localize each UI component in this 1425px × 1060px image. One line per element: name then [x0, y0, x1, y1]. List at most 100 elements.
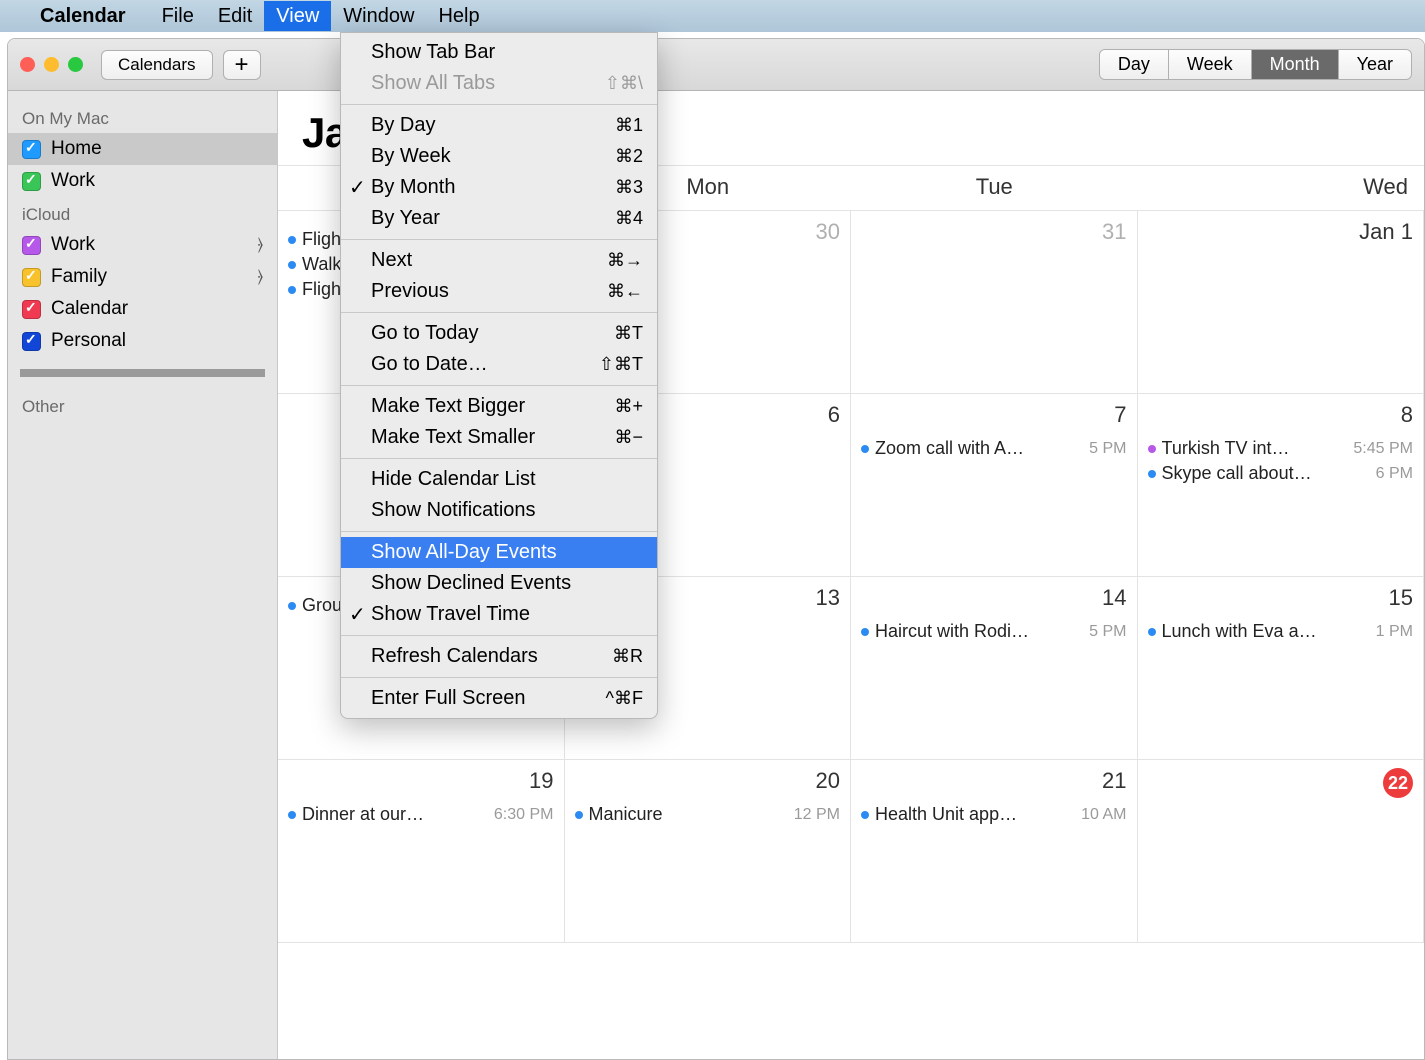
day-cell[interactable]: 7 Zoom call with A…5 PM: [851, 394, 1138, 577]
calendar-checkbox[interactable]: [22, 268, 41, 287]
event-title: Haircut with Rodi…: [875, 621, 1083, 642]
menu-item-label: Next: [371, 249, 412, 272]
event-item[interactable]: Zoom call with A…5 PM: [861, 438, 1127, 459]
menu-item[interactable]: Refresh Calendars⌘R: [341, 641, 657, 672]
menu-item[interactable]: By Week⌘2: [341, 141, 657, 172]
menu-item-label: Show Travel Time: [371, 603, 530, 626]
view-mode-day[interactable]: Day: [1100, 50, 1169, 79]
menu-item[interactable]: Hide Calendar List: [341, 464, 657, 495]
menu-shortcut: ⌘R: [612, 646, 643, 667]
calendar-checkbox[interactable]: [22, 236, 41, 255]
zoom-window-button[interactable]: [68, 57, 83, 72]
sidebar-calendar-item[interactable]: Home: [8, 133, 277, 165]
view-mode-week[interactable]: Week: [1169, 50, 1252, 79]
event-color-dot: [1148, 470, 1156, 478]
day-cell[interactable]: 15 Lunch with Eva a…1 PM: [1138, 577, 1425, 760]
event-item[interactable]: Lunch with Eva a…1 PM: [1148, 621, 1414, 642]
menu-item[interactable]: By Day⌘1: [341, 110, 657, 141]
calendar-checkbox[interactable]: [22, 172, 41, 191]
menu-item[interactable]: Make Text Bigger⌘+: [341, 391, 657, 422]
day-cell[interactable]: 8 Turkish TV int…5:45 PM Skype call about……: [1138, 394, 1425, 577]
menu-item[interactable]: Previous⌘←: [341, 276, 657, 307]
day-cell[interactable]: 22: [1138, 760, 1425, 943]
day-cell[interactable]: 21Health Unit app…10 AM: [851, 760, 1138, 943]
menu-shortcut: ⌘3: [615, 177, 643, 198]
menu-shortcut: ⌘1: [615, 115, 643, 136]
event-color-dot: [288, 811, 296, 819]
menu-item-label: Make Text Bigger: [371, 395, 525, 418]
view-mode-year[interactable]: Year: [1339, 50, 1411, 79]
menu-item[interactable]: By Year⌘4: [341, 203, 657, 234]
menu-edit[interactable]: Edit: [206, 1, 264, 31]
menu-shortcut: ⌘−: [614, 427, 643, 448]
menu-item[interactable]: Show Declined Events: [341, 568, 657, 599]
close-window-button[interactable]: [20, 57, 35, 72]
menu-item-label: Show All-Day Events: [371, 541, 557, 564]
event-title: Lunch with Eva a…: [1162, 621, 1370, 642]
menu-shortcut: ⌘→: [607, 250, 643, 271]
add-button[interactable]: +: [223, 50, 261, 80]
calendar-label: Calendar: [51, 298, 128, 320]
app-name[interactable]: Calendar: [40, 5, 126, 28]
menu-shortcut: ⇧⌘\: [605, 73, 643, 94]
event-color-dot: [861, 811, 869, 819]
menu-separator: [341, 104, 657, 105]
sidebar-calendar-item[interactable]: Calendar: [8, 293, 277, 325]
day-number: 7: [861, 402, 1127, 428]
event-time: 12 PM: [794, 806, 840, 824]
calendar-checkbox[interactable]: [22, 140, 41, 159]
event-time: 5 PM: [1089, 440, 1126, 458]
menu-item[interactable]: Next ⌘→: [341, 245, 657, 276]
menu-view[interactable]: View: [264, 1, 331, 31]
menu-shortcut: ⇧⌘T: [599, 354, 643, 375]
event-item[interactable]: Manicure12 PM: [575, 804, 841, 825]
menu-item[interactable]: Show Tab Bar: [341, 37, 657, 68]
menu-item[interactable]: ✓Show Travel Time: [341, 599, 657, 630]
menu-window[interactable]: Window: [331, 1, 426, 31]
day-cell[interactable]: 20Manicure12 PM: [565, 760, 852, 943]
day-number: 15: [1148, 585, 1414, 611]
day-number: 8: [1148, 402, 1414, 428]
sidebar-calendar-item[interactable]: Work: [8, 165, 277, 197]
day-cell[interactable]: Jan 1: [1138, 211, 1425, 394]
menu-item[interactable]: Show Notifications: [341, 495, 657, 526]
menu-file[interactable]: File: [150, 1, 206, 31]
day-cell[interactable]: 19Dinner at our…6:30 PM: [278, 760, 565, 943]
event-item[interactable]: Haircut with Rodi…5 PM: [861, 621, 1127, 642]
event-color-dot: [288, 602, 296, 610]
sidebar-calendar-item[interactable]: Personal: [8, 325, 277, 357]
calendar-checkbox[interactable]: [22, 300, 41, 319]
event-time: 6:30 PM: [494, 806, 554, 824]
event-item[interactable]: Turkish TV int…5:45 PM: [1148, 438, 1414, 459]
event-color-dot: [288, 261, 296, 269]
event-color-dot: [288, 236, 296, 244]
event-item[interactable]: Skype call about…6 PM: [1148, 463, 1414, 484]
event-time: 5:45 PM: [1353, 440, 1413, 458]
menu-item[interactable]: ✓By Month⌘3: [341, 172, 657, 203]
menu-item[interactable]: Make Text Smaller⌘−: [341, 422, 657, 453]
view-mode-month[interactable]: Month: [1252, 50, 1339, 79]
menu-item[interactable]: Show All-Day Events: [341, 537, 657, 568]
event-color-dot: [288, 286, 296, 294]
calendar-checkbox[interactable]: [22, 332, 41, 351]
checkmark-icon: ✓: [349, 175, 366, 200]
menu-item[interactable]: Go to Today⌘T: [341, 318, 657, 349]
minimize-window-button[interactable]: [44, 57, 59, 72]
menu-separator: [341, 635, 657, 636]
day-cell[interactable]: 14Haircut with Rodi…5 PM: [851, 577, 1138, 760]
sidebar-calendar-item[interactable]: Family⦒: [8, 261, 277, 293]
menu-item[interactable]: Go to Date… ⇧⌘T: [341, 349, 657, 380]
event-color-dot: [575, 811, 583, 819]
calendars-button[interactable]: Calendars: [101, 50, 213, 80]
menu-separator: [341, 312, 657, 313]
menu-shortcut: ⌘2: [615, 146, 643, 167]
shared-icon: ⦒: [258, 268, 263, 286]
day-cell[interactable]: 31: [851, 211, 1138, 394]
menu-item-label: Go to Date…: [371, 353, 488, 376]
event-item[interactable]: Dinner at our…6:30 PM: [288, 804, 554, 825]
menu-item[interactable]: Enter Full Screen^⌘F: [341, 683, 657, 714]
event-item[interactable]: Health Unit app…10 AM: [861, 804, 1127, 825]
sidebar-calendar-item[interactable]: Work⦒: [8, 229, 277, 261]
menu-help[interactable]: Help: [426, 1, 491, 31]
weekday-label: Wed: [1138, 166, 1425, 210]
